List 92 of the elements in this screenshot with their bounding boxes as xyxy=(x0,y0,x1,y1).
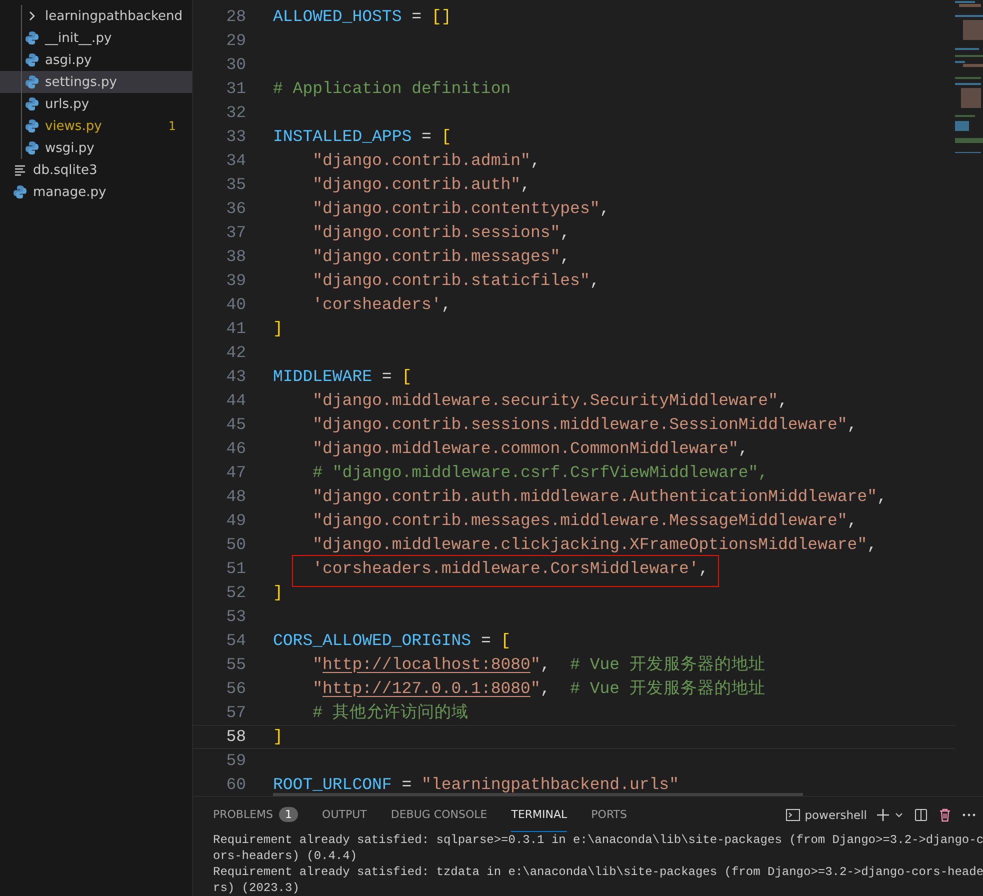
code-line: "django.middleware.security.SecurityMiddleware", xyxy=(312,392,788,409)
terminal-output-line: Requirement already satisfied: sqlparse>=0.3.1 in e:\anaconda\lib\site-packages (from Django>=3.2->django-c xyxy=(213,832,983,848)
python-file-icon xyxy=(24,118,40,134)
line-number: 56 xyxy=(225,678,246,700)
scrollbar[interactable] xyxy=(273,793,803,796)
code-line: ] xyxy=(273,584,283,601)
line-number: 45 xyxy=(225,414,246,436)
code-line: 'corsheaders.middleware.CorsMiddleware', xyxy=(312,560,709,577)
panel-tab[interactable]: PROBLEMS 1 xyxy=(213,797,298,832)
line-number: 44 xyxy=(225,390,246,412)
line-number: 29 xyxy=(225,30,246,52)
file-tree-item[interactable]: settings.py xyxy=(0,71,192,93)
line-number: 50 xyxy=(225,534,246,556)
code-line: "http://127.0.0.1:8080", # Vue 开发服务器的地址 xyxy=(312,680,766,697)
code-line: ] xyxy=(273,320,283,337)
file-tree-item[interactable]: asgi.py xyxy=(0,49,192,71)
code-line: "django.contrib.sessions.middleware.SessionMiddleware", xyxy=(312,416,858,433)
line-number: 53 xyxy=(225,606,246,628)
python-file-icon xyxy=(24,140,40,156)
code-line: "django.middleware.common.CommonMiddleware", xyxy=(312,440,748,457)
line-number: 31 xyxy=(225,78,246,100)
code-line: "django.contrib.admin", xyxy=(312,152,540,169)
plus-icon[interactable] xyxy=(875,806,891,822)
line-number: 40 xyxy=(225,294,246,316)
terminal-icon xyxy=(784,806,801,822)
code-line: "django.contrib.sessions", xyxy=(312,224,570,241)
panel-tab[interactable]: OUTPUT xyxy=(322,797,367,832)
terminal-output-line: rs) (2023.3) xyxy=(213,880,300,896)
python-file-icon xyxy=(24,52,40,68)
file-tree-item[interactable]: db.sqlite3 xyxy=(0,159,192,181)
line-number: 59 xyxy=(225,750,246,772)
python-file-icon xyxy=(24,74,40,90)
line-number: 47 xyxy=(225,462,246,484)
code-line: MIDDLEWARE = [ xyxy=(273,368,412,385)
code-line: "django.contrib.messages.middleware.MessageMiddleware", xyxy=(312,512,858,529)
file-tree-item[interactable]: wsgi.py xyxy=(0,137,192,159)
code-line: INSTALLED_APPS = [ xyxy=(273,128,452,145)
python-file-icon xyxy=(12,184,28,200)
terminal-output-line: Requirement already satisfied: tzdata in e:\anaconda\lib\site-packages (from Django>=3.2->django-cors-heade xyxy=(213,864,983,880)
file-tree-item[interactable]: __init__.py xyxy=(0,27,192,49)
panel-tab[interactable]: PORTS xyxy=(591,797,627,832)
line-number: 55 xyxy=(225,654,246,676)
line-number: 41 xyxy=(225,318,246,340)
panel-tab[interactable]: DEBUG CONSOLE xyxy=(390,797,488,832)
line-number: 36 xyxy=(225,198,246,220)
line-number: 49 xyxy=(225,510,246,532)
line-number: 33 xyxy=(225,126,246,148)
python-file-icon xyxy=(24,96,40,112)
code-line: "django.contrib.auth.middleware.AuthenticationMiddleware", xyxy=(312,488,887,505)
line-number: 57 xyxy=(225,702,246,724)
line-number: 46 xyxy=(225,438,246,460)
panel-tab[interactable]: TERMINAL xyxy=(511,797,568,832)
file-tree-item[interactable]: learningpathbackend xyxy=(0,5,192,27)
code-line: "django.contrib.messages", xyxy=(312,248,570,265)
code-line: "django.middleware.clickjacking.XFrameOptionsMiddleware", xyxy=(312,536,878,553)
line-number: 43 xyxy=(225,366,246,388)
code-line: # "django.middleware.csrf.CsrfViewMiddleware", xyxy=(312,464,768,481)
code-line: "http://localhost:8080", # Vue 开发服务器的地址 xyxy=(312,656,766,673)
line-number: 39 xyxy=(225,270,246,292)
code-line: "django.contrib.contenttypes", xyxy=(312,200,610,217)
line-number: 35 xyxy=(225,174,246,196)
line-number: 42 xyxy=(225,342,246,364)
line-number: 51 xyxy=(225,558,246,580)
code-line: # 其他允许访问的域 xyxy=(312,704,468,721)
terminal-output-line: ors-headers) (0.4.4) xyxy=(213,848,358,864)
terminal-profile-button[interactable]: powershell xyxy=(784,806,867,822)
line-number: 54 xyxy=(225,630,246,652)
line-number: 60 xyxy=(225,774,246,796)
code-line: "django.contrib.auth", xyxy=(312,176,530,193)
code-line: 'corsheaders', xyxy=(312,296,452,313)
code-line: CORS_ALLOWED_ORIGINS = [ xyxy=(273,632,511,649)
trash-icon[interactable] xyxy=(937,806,953,822)
python-file-icon xyxy=(24,30,40,46)
file-tree-item[interactable]: views.py 1 xyxy=(0,115,192,137)
line-number: 52 xyxy=(225,582,246,604)
file-tree-item[interactable]: urls.py xyxy=(0,93,192,115)
line-number: 34 xyxy=(225,150,246,172)
code-line: ] xyxy=(273,728,283,745)
code-line: # Application definition xyxy=(273,80,511,97)
line-number: 38 xyxy=(225,246,246,268)
line-number: 32 xyxy=(225,102,246,124)
line-number: 28 xyxy=(225,6,246,28)
split-icon[interactable] xyxy=(913,806,929,822)
line-number: 58 xyxy=(225,726,246,748)
file-tree-item[interactable]: manage.py xyxy=(0,181,192,203)
problem-count: 1 xyxy=(168,119,176,133)
line-number: 30 xyxy=(225,54,246,76)
line-number: 37 xyxy=(225,222,246,244)
line-number: 48 xyxy=(225,486,246,508)
code-line: ROOT_URLCONF = "learningpathbackend.urls" xyxy=(273,776,679,793)
code-line: ALLOWED_HOSTS = [] xyxy=(273,8,452,25)
code-line: "django.contrib.staticfiles", xyxy=(312,272,600,289)
